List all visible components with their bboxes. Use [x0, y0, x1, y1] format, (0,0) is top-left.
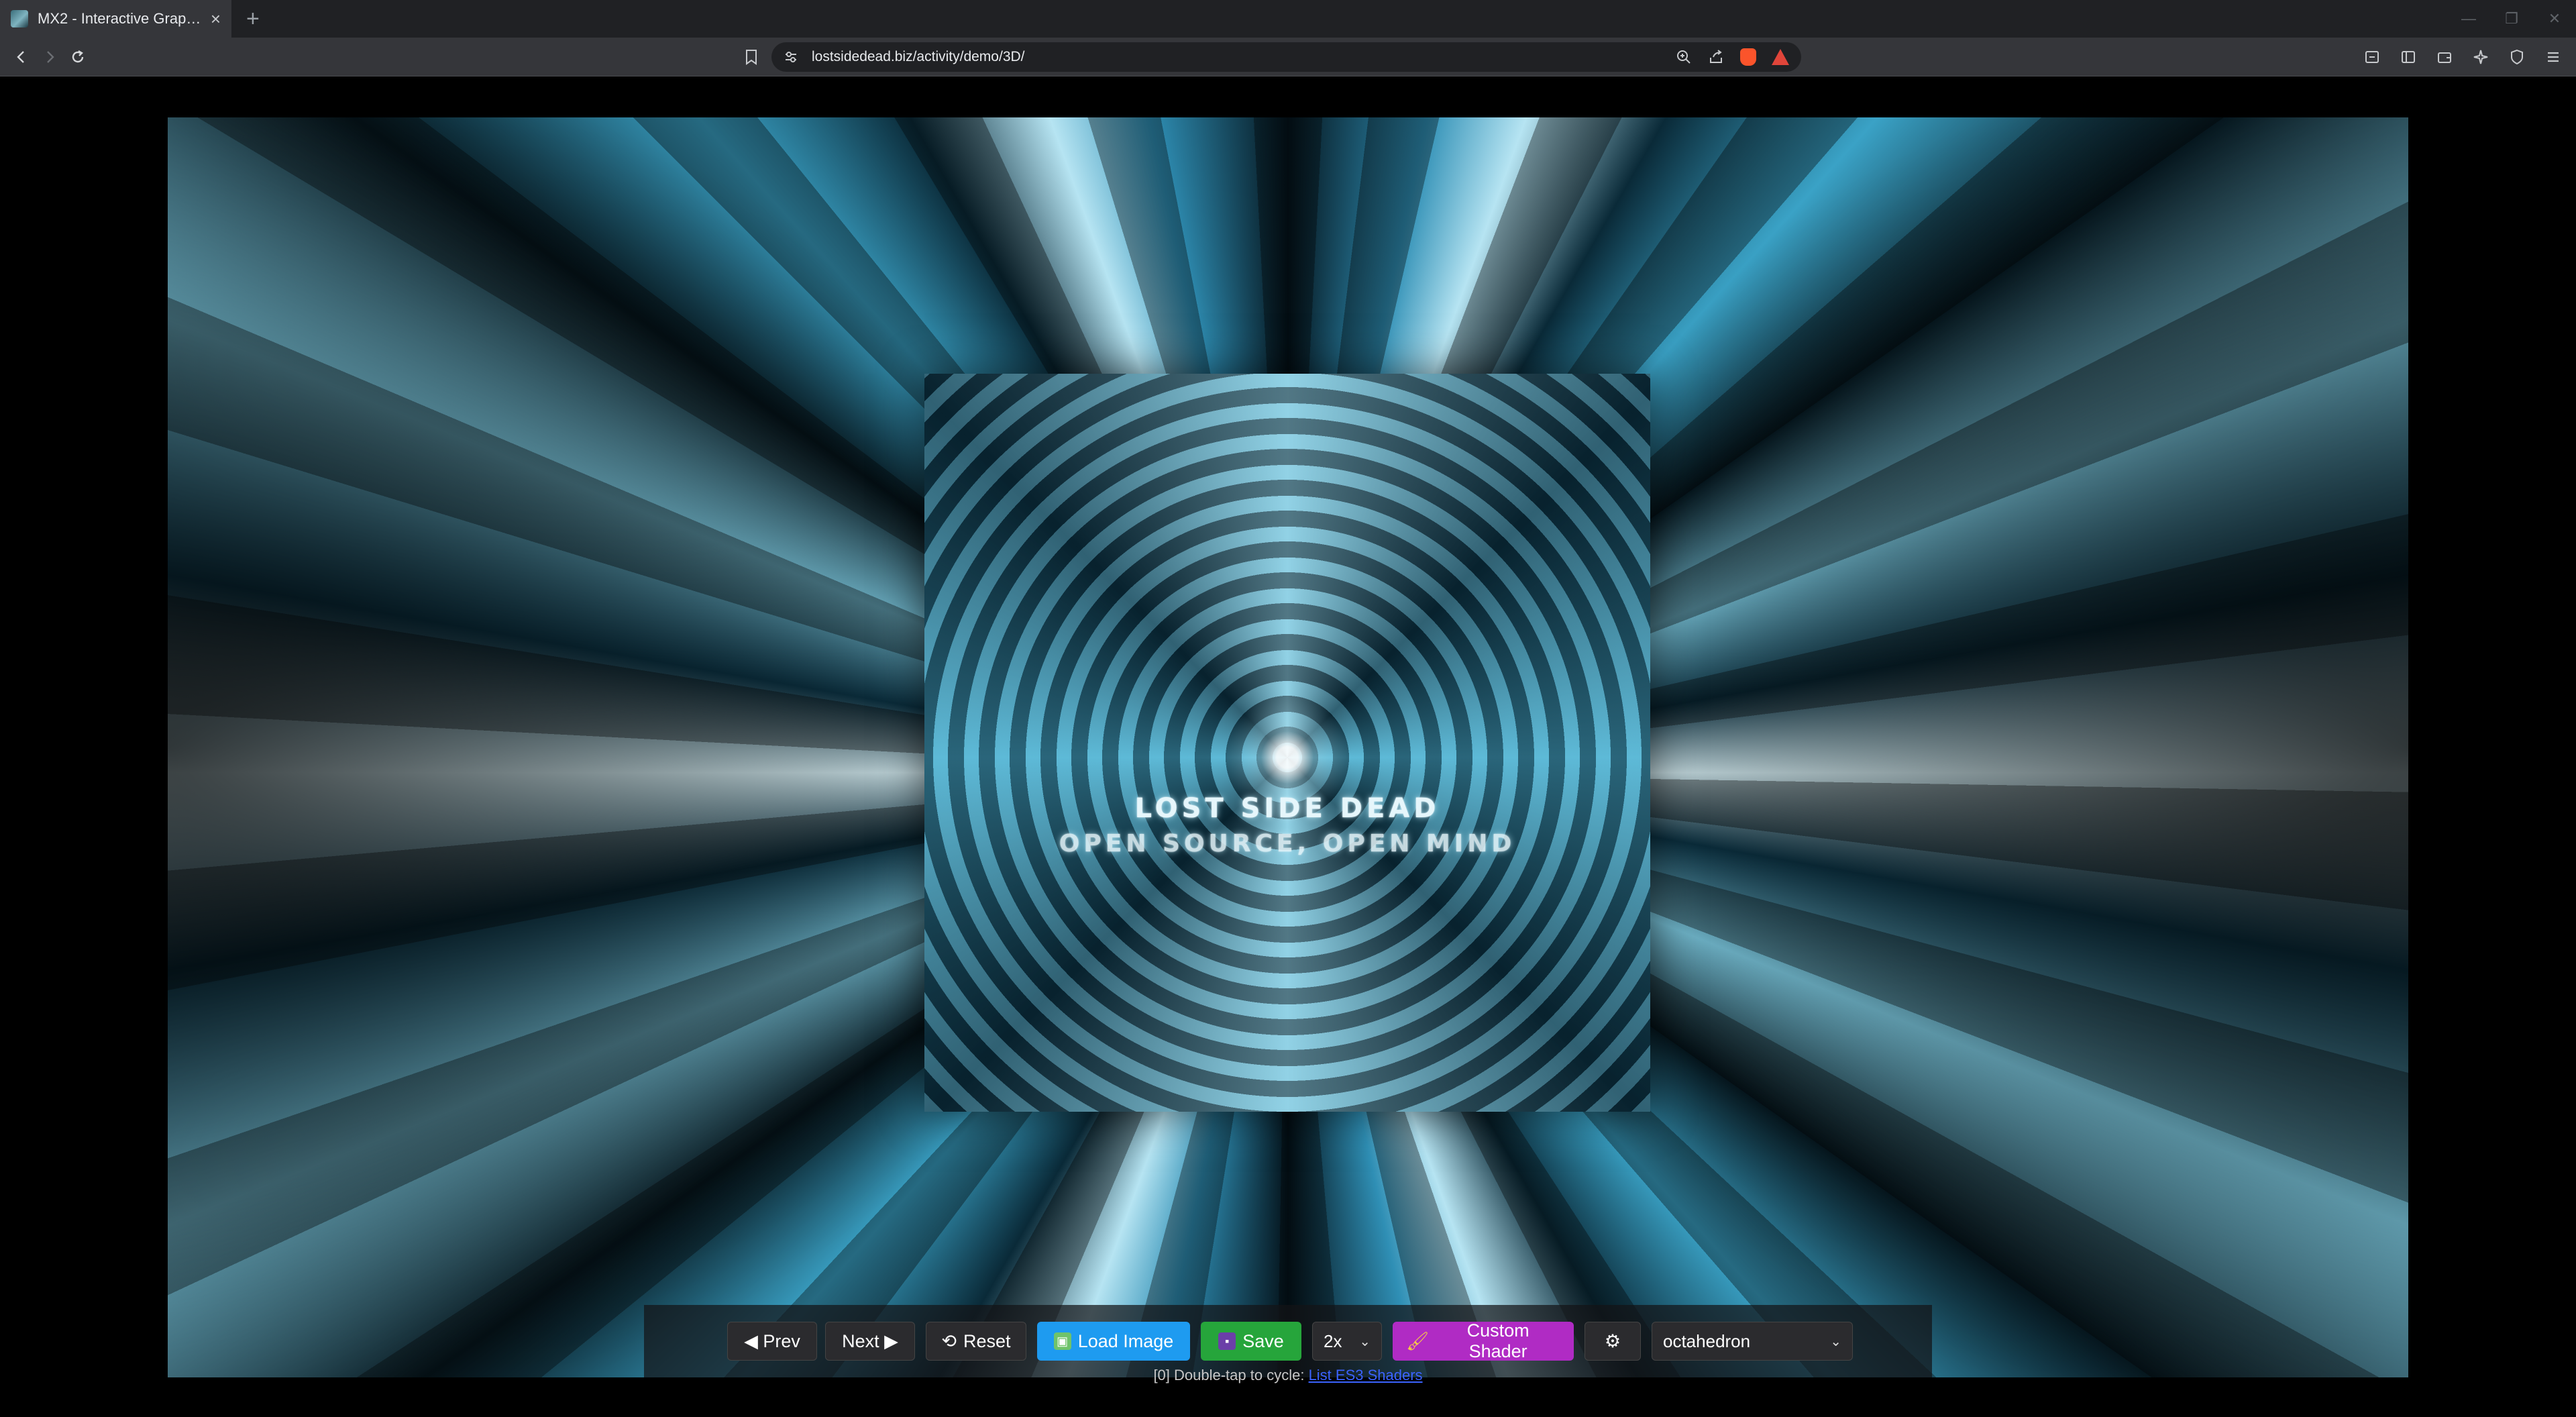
brave-rewards-icon[interactable] — [1770, 47, 1790, 67]
brave-shields-icon[interactable] — [1738, 47, 1758, 67]
prev-button[interactable]: ◀ Prev — [727, 1322, 817, 1361]
site-info-icon[interactable] — [782, 48, 800, 66]
wallet-icon[interactable] — [2431, 44, 2458, 70]
brush-icon: 🖌 — [1406, 1331, 1430, 1351]
back-icon[interactable] — [8, 44, 35, 70]
browser-tab[interactable]: MX2 - Interactive Graphics Demo × — [0, 0, 231, 38]
tab-strip: MX2 - Interactive Graphics Demo × + — ❐ … — [0, 0, 2576, 38]
hint-text: [0] Double-tap to cycle: — [1153, 1367, 1309, 1383]
image-icon: ▣ — [1053, 1332, 1071, 1350]
address-bar[interactable]: lostsidedead.biz/activity/demo/3D/ — [771, 42, 1801, 72]
site-favicon-icon — [11, 10, 28, 28]
restore-icon[interactable]: ❐ — [2490, 0, 2533, 38]
save-button[interactable]: ▪ Save — [1201, 1322, 1301, 1361]
reload-icon[interactable] — [64, 44, 91, 70]
share-icon[interactable] — [1706, 47, 1726, 67]
close-window-icon[interactable]: ✕ — [2533, 0, 2576, 38]
media-icon[interactable] — [2359, 44, 2385, 70]
browser-toolbar: lostsidedead.biz/activity/demo/3D/ — [0, 38, 2576, 76]
tab-title: MX2 - Interactive Graphics Demo — [38, 10, 201, 27]
inner-render-panel: LOST SIDE DEAD OPEN SOURCE, OPEN MIND — [924, 374, 1650, 1112]
logo-line-2: OPEN SOURCE, OPEN MIND — [1059, 830, 1516, 857]
reset-button[interactable]: ⟲ Reset — [926, 1322, 1026, 1361]
bookmark-icon[interactable] — [738, 44, 765, 70]
settings-button[interactable]: ⚙ — [1585, 1322, 1641, 1361]
minimize-icon[interactable]: — — [2447, 0, 2490, 38]
load-image-button[interactable]: ▣ Load Image — [1037, 1322, 1190, 1361]
menu-icon[interactable] — [2540, 44, 2567, 70]
logo-line-1: LOST SIDE DEAD — [1134, 793, 1440, 824]
chevron-down-icon: ⌄ — [1830, 1334, 1841, 1349]
load-image-label: Load Image — [1077, 1330, 1174, 1351]
leo-ai-icon[interactable] — [2467, 44, 2494, 70]
reset-label: Reset — [963, 1330, 1011, 1351]
hint-line: [0] Double-tap to cycle: List ES3 Shader… — [0, 1367, 2576, 1384]
url-text: lostsidedead.biz/activity/demo/3D/ — [812, 49, 1025, 64]
scale-select[interactable]: 2x ⌄ — [1312, 1322, 1382, 1361]
sidebar-icon[interactable] — [2395, 44, 2422, 70]
next-button[interactable]: Next ▶ — [825, 1322, 915, 1361]
close-tab-icon[interactable]: × — [211, 10, 221, 28]
window-controls: — ❐ ✕ — [2447, 0, 2576, 38]
gear-icon: ⚙ — [1604, 1330, 1621, 1351]
custom-shader-label: Custom Shader — [1466, 1320, 1529, 1361]
new-tab-icon[interactable]: + — [246, 7, 260, 30]
forward-icon[interactable] — [36, 44, 63, 70]
floppy-disk-icon: ▪ — [1218, 1332, 1236, 1350]
graphics-canvas[interactable]: LOST SIDE DEAD OPEN SOURCE, OPEN MIND — [168, 117, 2408, 1377]
scale-value: 2x — [1324, 1330, 1342, 1351]
chevron-down-icon: ⌄ — [1359, 1334, 1371, 1349]
list-shaders-link[interactable]: List ES3 Shaders — [1309, 1367, 1423, 1383]
page-viewport: LOST SIDE DEAD OPEN SOURCE, OPEN MIND ◀ … — [0, 77, 2576, 1417]
shape-value: octahedron — [1663, 1330, 1751, 1351]
vpn-icon[interactable] — [2504, 44, 2530, 70]
zoom-icon[interactable] — [1674, 47, 1694, 67]
save-label: Save — [1242, 1330, 1284, 1351]
custom-shader-button[interactable]: 🖌 Custom Shader — [1393, 1320, 1574, 1361]
reset-icon: ⟲ — [941, 1330, 957, 1351]
shape-select[interactable]: octahedron ⌄ — [1652, 1322, 1853, 1361]
